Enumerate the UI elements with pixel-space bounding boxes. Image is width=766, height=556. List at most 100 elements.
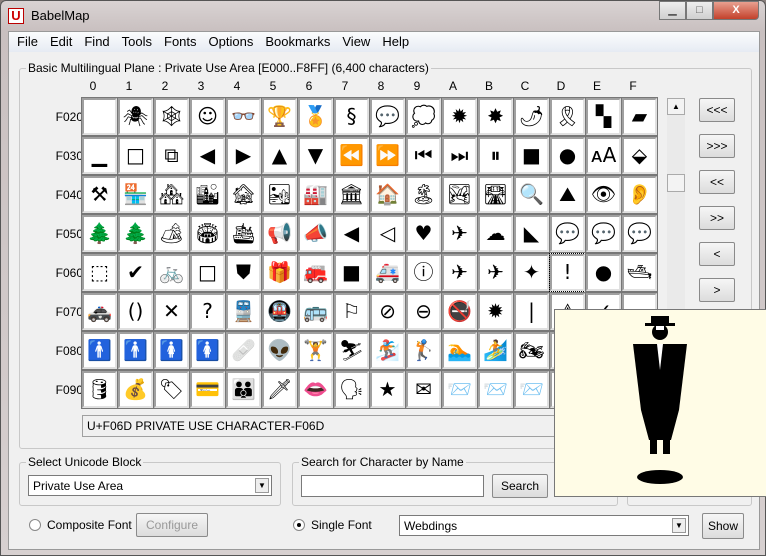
- menu-file[interactable]: File: [11, 32, 44, 52]
- glyph-cell[interactable]: 📨: [441, 370, 478, 409]
- glyph-cell[interactable]: 🏂: [369, 331, 406, 370]
- glyph-cell[interactable]: 🏛: [333, 175, 370, 214]
- glyph-cell[interactable]: ▼: [297, 136, 334, 175]
- glyph-cell[interactable]: 🌶: [513, 97, 550, 136]
- glyph-cell[interactable]: ⏩: [369, 136, 406, 175]
- glyph-cell[interactable]: ▰: [621, 97, 658, 136]
- nav-button[interactable]: <<: [699, 170, 735, 194]
- glyph-cell[interactable]: 🛢: [81, 370, 118, 409]
- glyph-cell[interactable]: 🏟: [189, 214, 226, 253]
- glyph-cell[interactable]: 💬: [621, 214, 658, 253]
- glyph-cell[interactable]: 💳: [189, 370, 226, 409]
- glyph-cell[interactable]: §: [333, 97, 370, 136]
- nav-button[interactable]: <<<: [699, 98, 735, 122]
- glyph-cell[interactable]: ⛊: [225, 253, 262, 292]
- glyph-cell[interactable]: ⚒: [81, 175, 118, 214]
- configure-button[interactable]: Configure: [136, 513, 208, 537]
- glyph-cell[interactable]: ⏸: [477, 136, 514, 175]
- glyph-cell[interactable]: 🗣: [333, 370, 370, 409]
- glyph-cell[interactable]: ▶: [225, 136, 262, 175]
- glyph-cell[interactable]: ♥: [405, 214, 442, 253]
- glyph-cell[interactable]: ●: [549, 136, 586, 175]
- glyph-cell[interactable]: 🏷: [153, 370, 190, 409]
- glyph-cell[interactable]: 🏌: [405, 331, 442, 370]
- glyph-cell[interactable]: !: [549, 253, 586, 292]
- glyph-cell[interactable]: 🏚: [225, 175, 262, 214]
- glyph-cell[interactable]: ☺: [189, 97, 226, 136]
- scroll-up-button[interactable]: ▲: [667, 98, 685, 115]
- glyph-cell[interactable]: ◀: [189, 136, 226, 175]
- glyph-cell[interactable]: ▁: [81, 136, 118, 175]
- glyph-cell[interactable]: 🏙: [189, 175, 226, 214]
- glyph-cell[interactable]: 🏅: [297, 97, 334, 136]
- glyph-cell[interactable]: □: [117, 136, 154, 175]
- glyph-cell[interactable]: ✸: [477, 97, 514, 136]
- glyph-cell[interactable]: ⛰: [549, 175, 586, 214]
- glyph-cell[interactable]: ⚐: [333, 292, 370, 331]
- nav-button[interactable]: >>: [699, 206, 735, 230]
- glyph-cell[interactable]: ✈: [441, 214, 478, 253]
- glyph-cell[interactable]: ⊘: [369, 292, 406, 331]
- glyph-cell[interactable]: 💭: [405, 97, 442, 136]
- glyph-cell[interactable]: ⏮: [405, 136, 442, 175]
- glyph-cell[interactable]: ✹: [441, 97, 478, 136]
- glyph-cell[interactable]: 🚹: [81, 331, 118, 370]
- glyph-cell[interactable]: 🚆: [225, 292, 262, 331]
- font-select[interactable]: Webdings ▼: [399, 515, 689, 536]
- glyph-cell[interactable]: 🚒: [297, 253, 334, 292]
- glyph-cell[interactable]: 👽: [261, 331, 298, 370]
- glyph-cell[interactable]: 🌲: [117, 214, 154, 253]
- maximize-button[interactable]: □: [686, 1, 713, 20]
- glyph-cell[interactable]: ⧉: [153, 136, 190, 175]
- glyph-cell[interactable]: 💬: [585, 214, 622, 253]
- glyph-cell[interactable]: ⏪: [333, 136, 370, 175]
- chevron-down-icon[interactable]: ▼: [672, 518, 686, 533]
- chevron-down-icon[interactable]: ▼: [255, 478, 269, 493]
- glyph-cell[interactable]: 🏜: [261, 175, 298, 214]
- glyph-cell[interactable]: 🚑: [369, 253, 406, 292]
- glyph-cell[interactable]: 💬: [369, 97, 406, 136]
- glyph-cell[interactable]: 🏠: [369, 175, 406, 214]
- minimize-button[interactable]: ▁: [659, 1, 686, 20]
- glyph-cell[interactable]: 🏘: [153, 175, 190, 214]
- glyph-cell[interactable]: 👪: [225, 370, 262, 409]
- menu-view[interactable]: View: [336, 32, 376, 52]
- glyph-cell[interactable]: ᴀA: [585, 136, 622, 175]
- glyph-cell[interactable]: 🏊: [441, 331, 478, 370]
- glyph-cell[interactable]: 🚌: [297, 292, 334, 331]
- glyph-cell[interactable]: ✈: [441, 253, 478, 292]
- nav-button[interactable]: >: [699, 278, 735, 302]
- glyph-cell[interactable]: ◀: [333, 214, 370, 253]
- glyph-cell[interactable]: ⓘ: [405, 253, 442, 292]
- glyph-cell[interactable]: 🚓: [81, 292, 118, 331]
- single-font-radio[interactable]: Single Font: [293, 518, 372, 532]
- glyph-cell[interactable]: 🏄: [477, 331, 514, 370]
- glyph-cell[interactable]: 🏪: [117, 175, 154, 214]
- glyph-cell[interactable]: 🚹: [117, 331, 154, 370]
- glyph-cell[interactable]: ▲: [261, 136, 298, 175]
- glyph-cell[interactable]: 🏕: [153, 214, 190, 253]
- glyph-cell[interactable]: ✉: [405, 370, 442, 409]
- glyph-cell[interactable]: |: [513, 292, 550, 331]
- glyph-cell[interactable]: ✔: [117, 253, 154, 292]
- unicode-block-select[interactable]: Private Use Area ▼: [28, 475, 272, 496]
- glyph-cell[interactable]: ?: [189, 292, 226, 331]
- menu-tools[interactable]: Tools: [116, 32, 158, 52]
- glyph-cell[interactable]: 📣: [297, 214, 334, 253]
- menu-find[interactable]: Find: [78, 32, 115, 52]
- glyph-cell[interactable]: 🗡: [261, 370, 298, 409]
- glyph-cell[interactable]: ◣: [513, 214, 550, 253]
- glyph-cell[interactable]: 🎗: [549, 97, 586, 136]
- glyph-cell[interactable]: ●: [585, 253, 622, 292]
- glyph-cell[interactable]: ✈: [477, 253, 514, 292]
- glyph-cell[interactable]: 👁: [585, 175, 622, 214]
- glyph-cell[interactable]: ■: [513, 136, 550, 175]
- scroll-thumb[interactable]: [667, 174, 685, 192]
- glyph-cell[interactable]: ✦: [513, 253, 550, 292]
- search-input[interactable]: [301, 475, 484, 497]
- glyph-cell[interactable]: 📢: [261, 214, 298, 253]
- glyph-cell[interactable]: ✕: [153, 292, 190, 331]
- glyph-cell[interactable]: (): [117, 292, 154, 331]
- glyph-cell[interactable]: 🎁: [261, 253, 298, 292]
- menu-edit[interactable]: Edit: [44, 32, 78, 52]
